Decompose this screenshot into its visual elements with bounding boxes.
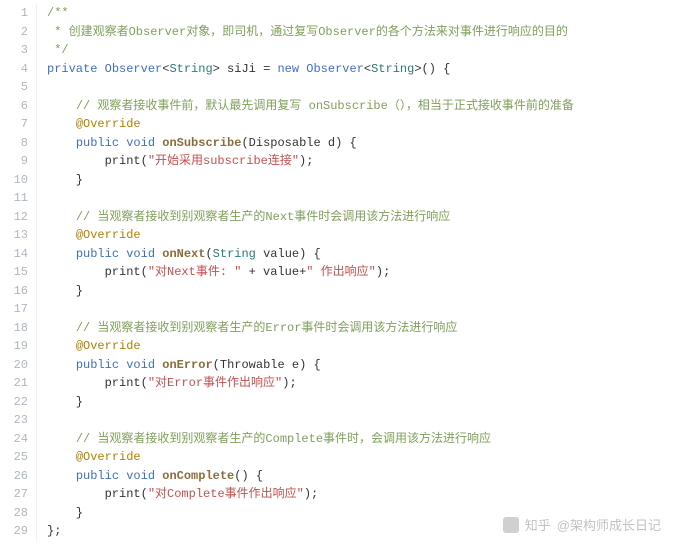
line-number: 5 (0, 78, 28, 97)
code-line: @Override (47, 448, 679, 467)
code-line: public void onError(Throwable e) { (47, 356, 679, 375)
code-line: } (47, 393, 679, 412)
line-number: 9 (0, 152, 28, 171)
line-number: 27 (0, 485, 28, 504)
line-number: 1 (0, 4, 28, 23)
line-number: 15 (0, 263, 28, 282)
code-line: * 创建观察者Observer对象，即司机，通过复写Observer的各个方法来… (47, 23, 679, 42)
line-number: 29 (0, 522, 28, 541)
source-code[interactable]: /** * 创建观察者Observer对象，即司机，通过复写Observer的各… (37, 4, 679, 541)
code-line (47, 300, 679, 319)
line-number: 8 (0, 134, 28, 153)
line-number: 3 (0, 41, 28, 60)
line-number: 28 (0, 504, 28, 523)
code-line (47, 78, 679, 97)
code-line: } (47, 282, 679, 301)
code-line: @Override (47, 337, 679, 356)
code-line: print("对Error事件作出响应"); (47, 374, 679, 393)
code-line: }; (47, 522, 679, 541)
code-line: } (47, 171, 679, 190)
code-line: @Override (47, 226, 679, 245)
line-number: 14 (0, 245, 28, 264)
code-line: public void onComplete() { (47, 467, 679, 486)
code-line: /** (47, 4, 679, 23)
line-number: 24 (0, 430, 28, 449)
code-line: // 当观察者接收到别观察者生产的Next事件时会调用该方法进行响应 (47, 208, 679, 227)
line-number: 25 (0, 448, 28, 467)
line-number: 26 (0, 467, 28, 486)
code-line: print("对Complete事件作出响应"); (47, 485, 679, 504)
code-line: // 观察者接收事件前，默认最先调用复写 onSubscribe（），相当于正式… (47, 97, 679, 116)
code-line: public void onSubscribe(Disposable d) { (47, 134, 679, 153)
line-number: 22 (0, 393, 28, 412)
line-number: 11 (0, 189, 28, 208)
code-line: */ (47, 41, 679, 60)
line-number: 6 (0, 97, 28, 116)
line-number: 20 (0, 356, 28, 375)
line-number: 13 (0, 226, 28, 245)
line-number: 18 (0, 319, 28, 338)
code-line: @Override (47, 115, 679, 134)
code-line: } (47, 504, 679, 523)
code-line: print("对Next事件: " + value+" 作出响应"); (47, 263, 679, 282)
code-line (47, 189, 679, 208)
code-line (47, 411, 679, 430)
line-number: 16 (0, 282, 28, 301)
line-number: 10 (0, 171, 28, 190)
code-line: // 当观察者接收到别观察者生产的Error事件时会调用该方法进行响应 (47, 319, 679, 338)
line-number: 7 (0, 115, 28, 134)
line-number: 17 (0, 300, 28, 319)
code-line: private Observer<String> siJi = new Obse… (47, 60, 679, 79)
code-line: // 当观察者接收到别观察者生产的Complete事件时，会调用该方法进行响应 (47, 430, 679, 449)
line-number-gutter: 1234567891011121314151617181920212223242… (0, 4, 37, 541)
line-number: 21 (0, 374, 28, 393)
code-line: public void onNext(String value) { (47, 245, 679, 264)
line-number: 12 (0, 208, 28, 227)
code-line: print("开始采用subscribe连接"); (47, 152, 679, 171)
code-block: 1234567891011121314151617181920212223242… (0, 0, 679, 541)
line-number: 23 (0, 411, 28, 430)
line-number: 2 (0, 23, 28, 42)
line-number: 19 (0, 337, 28, 356)
line-number: 4 (0, 60, 28, 79)
